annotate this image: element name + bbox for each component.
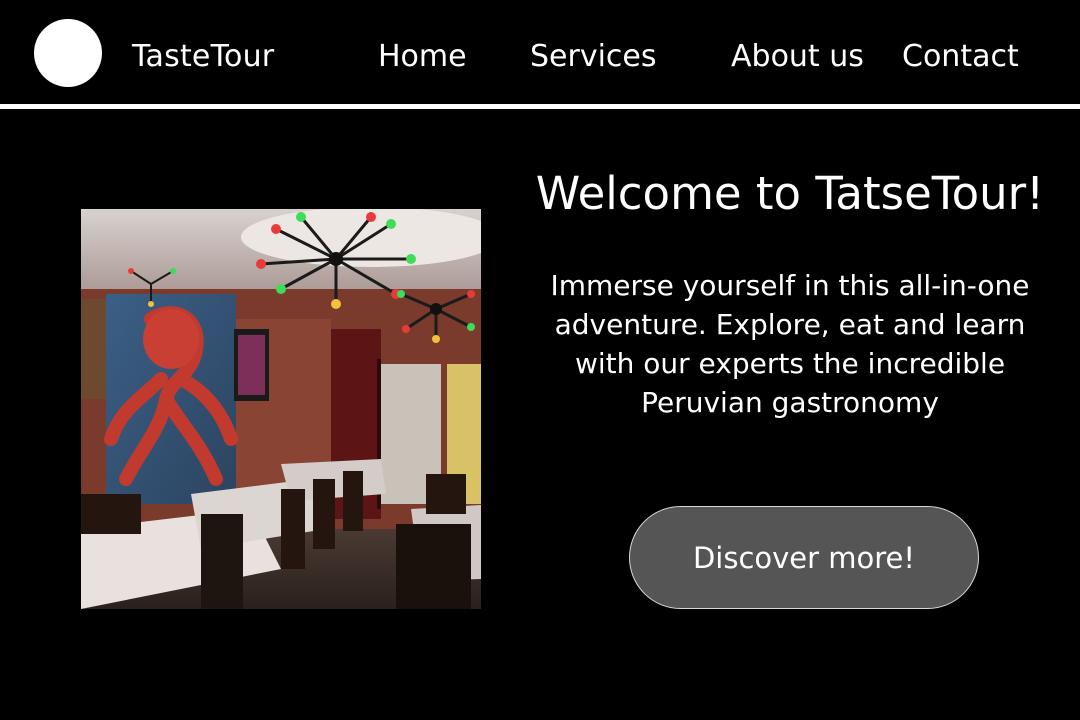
nav-link-services[interactable]: Services — [530, 38, 657, 76]
logo-circle[interactable] — [34, 19, 102, 87]
nav-link-home[interactable]: Home — [378, 38, 467, 76]
navbar: TasteTour Home Services About us Contact — [0, 0, 1080, 104]
hero-title: Welcome to TatseTour! — [535, 167, 1045, 220]
brand-name[interactable]: TasteTour — [132, 38, 274, 76]
header-divider — [0, 104, 1080, 109]
nav-link-about-us[interactable]: About us — [731, 38, 864, 76]
hero-description: Immerse yourself in this all-in-one adve… — [550, 269, 1030, 419]
restaurant-photo — [81, 209, 481, 609]
discover-more-button[interactable]: Discover more! — [629, 506, 979, 609]
page: TasteTour Home Services About us Contact — [0, 0, 1080, 720]
nav-link-contact[interactable]: Contact — [902, 38, 1019, 76]
